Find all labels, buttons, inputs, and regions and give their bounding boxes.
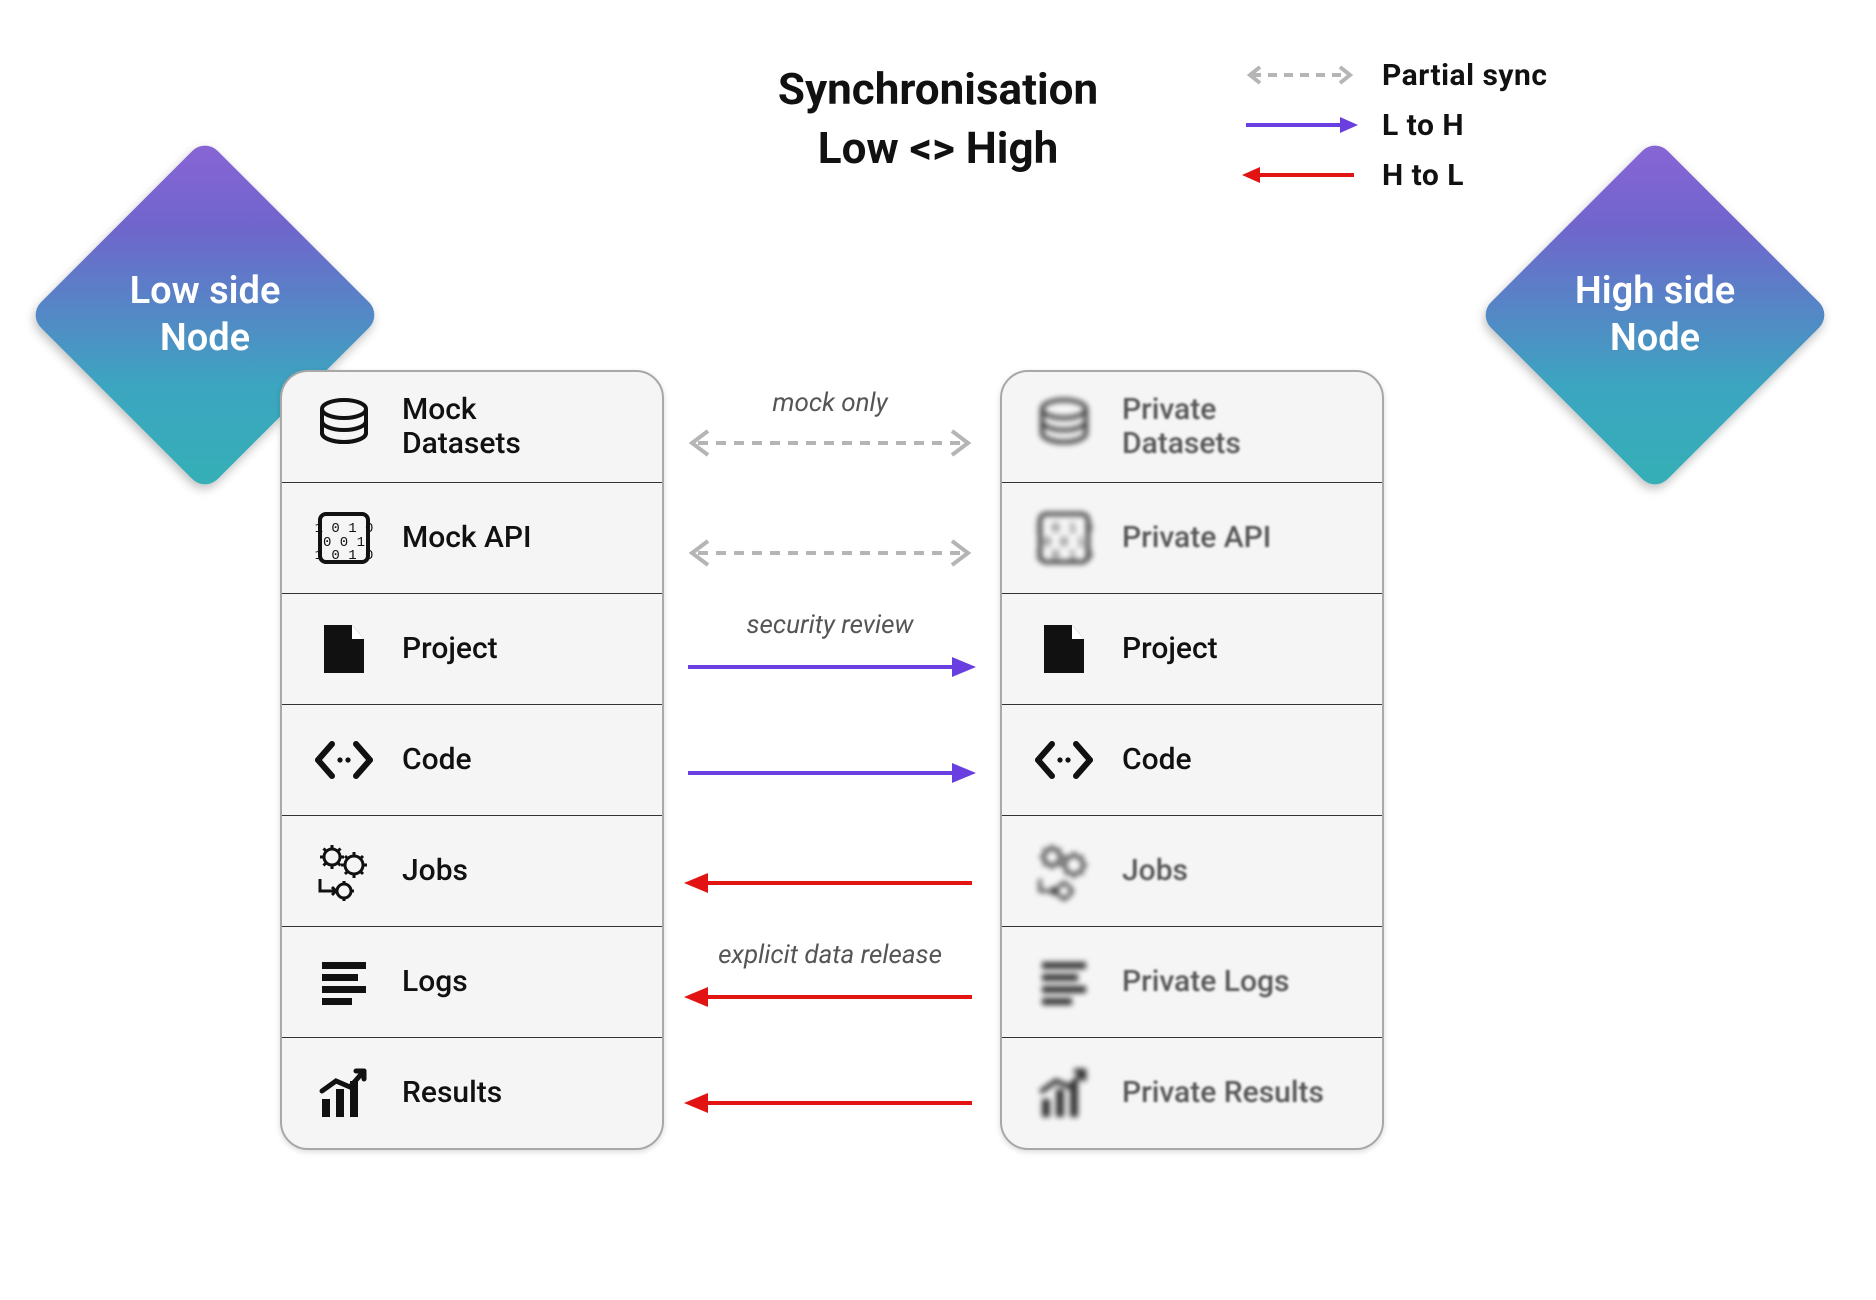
legend-partial: Partial sync — [1240, 50, 1547, 100]
arrow-project-ltoh-icon — [680, 640, 980, 694]
gears-icon — [1032, 839, 1096, 903]
caption-mock-only: mock only — [700, 388, 960, 418]
legend-partial-label: Partial sync — [1382, 58, 1547, 93]
database-icon — [312, 395, 376, 459]
caption-security-review: security review — [700, 610, 960, 640]
title-line-2: Low <> High — [778, 119, 1098, 178]
high-datasets-label: Private Datasets — [1122, 393, 1241, 462]
high-row-code: Code — [1002, 705, 1382, 816]
legend-partial-arrow-icon — [1240, 65, 1360, 85]
document-icon — [1032, 617, 1096, 681]
diagram-title: Synchronisation Low <> High — [778, 60, 1098, 179]
title-line-1: Synchronisation — [778, 60, 1098, 119]
high-jobs-label: Jobs — [1122, 854, 1188, 889]
legend-ltoh: L to H — [1240, 100, 1547, 150]
diagram-stage: Synchronisation Low <> High Partial sync — [0, 0, 1876, 1300]
caption-explicit-release: explicit data release — [700, 940, 960, 970]
low-side-panel: Mock Datasets Mock API Project Code Jobs… — [280, 370, 664, 1150]
low-row-logs: Logs — [282, 927, 662, 1038]
low-jobs-label: Jobs — [402, 854, 468, 889]
high-results-label: Private Results — [1122, 1076, 1324, 1111]
arrow-api-partial-icon — [680, 526, 980, 580]
legend-htol: H to L — [1240, 150, 1547, 200]
low-row-project: Project — [282, 594, 662, 705]
chart-icon — [312, 1061, 376, 1125]
high-side-node-label: High side Node — [1530, 190, 1780, 440]
high-api-label: Private API — [1122, 521, 1271, 556]
database-icon — [1032, 395, 1096, 459]
code-icon — [1032, 728, 1096, 792]
high-row-jobs: Jobs — [1002, 816, 1382, 927]
high-row-logs: Private Logs — [1002, 927, 1382, 1038]
logs-icon — [1032, 950, 1096, 1014]
chart-icon — [1032, 1061, 1096, 1125]
gears-icon — [312, 839, 376, 903]
high-row-results: Private Results — [1002, 1038, 1382, 1148]
low-row-code: Code — [282, 705, 662, 816]
arrow-datasets-partial-icon — [680, 416, 980, 470]
high-code-label: Code — [1122, 743, 1192, 778]
low-code-label: Code — [402, 743, 472, 778]
high-project-label: Project — [1122, 632, 1218, 667]
low-row-api: Mock API — [282, 483, 662, 594]
high-row-api: Private API — [1002, 483, 1382, 594]
high-logs-label: Private Logs — [1122, 965, 1289, 1000]
arrow-results-htol-icon — [680, 1076, 980, 1130]
code-icon — [312, 728, 376, 792]
matrix-icon — [312, 506, 376, 570]
arrow-logs-htol-icon — [680, 970, 980, 1024]
low-datasets-label: Mock Datasets — [402, 393, 521, 462]
high-side-panel: Private Datasets Private API Project Cod… — [1000, 370, 1384, 1150]
legend-htol-arrow-icon — [1240, 165, 1360, 185]
arrow-code-ltoh-icon — [680, 746, 980, 800]
low-results-label: Results — [402, 1076, 502, 1111]
matrix-icon — [1032, 506, 1096, 570]
document-icon — [312, 617, 376, 681]
high-row-project: Project — [1002, 594, 1382, 705]
legend-ltoh-arrow-icon — [1240, 115, 1360, 135]
legend-htol-label: H to L — [1382, 158, 1464, 193]
low-row-results: Results — [282, 1038, 662, 1148]
high-row-datasets: Private Datasets — [1002, 372, 1382, 483]
low-project-label: Project — [402, 632, 498, 667]
high-side-node-badge: High side Node — [1478, 138, 1832, 492]
low-row-jobs: Jobs — [282, 816, 662, 927]
low-row-datasets: Mock Datasets — [282, 372, 662, 483]
logs-icon — [312, 950, 376, 1014]
low-logs-label: Logs — [402, 965, 468, 1000]
legend: Partial sync L to H H to L — [1240, 50, 1547, 200]
legend-ltoh-label: L to H — [1382, 108, 1464, 143]
low-api-label: Mock API — [402, 521, 532, 556]
arrow-jobs-htol-icon — [680, 856, 980, 910]
